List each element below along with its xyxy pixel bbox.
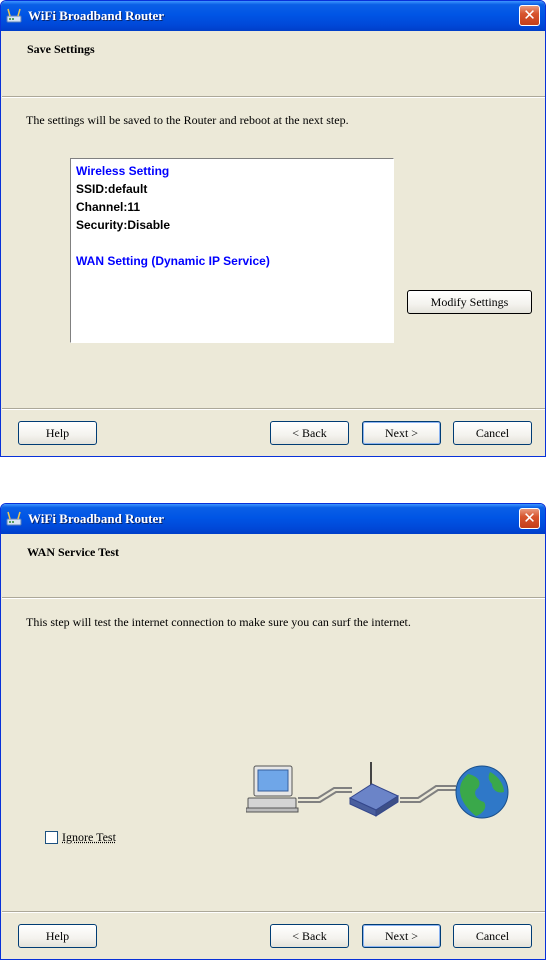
help-button[interactable]: Help: [18, 924, 97, 948]
ignore-test-checkbox[interactable]: [45, 831, 58, 844]
modify-settings-button[interactable]: Modify Settings: [407, 290, 532, 314]
wan-setting-heading: WAN Setting (Dynamic IP Service): [76, 254, 270, 268]
window-title: WiFi Broadband Router: [28, 511, 165, 526]
close-button[interactable]: ✕: [519, 5, 540, 26]
wan-service-test-dialog: WiFi Broadband Router ✕ WAN Service Test…: [0, 503, 546, 960]
cancel-button[interactable]: Cancel: [453, 421, 532, 445]
wizard-header: Save Settings: [2, 31, 545, 96]
title-bar[interactable]: WiFi Broadband Router ✕: [1, 1, 545, 31]
settings-summary-box: Wireless Setting SSID:default Channel:11…: [70, 158, 394, 343]
network-illustration: [246, 762, 509, 819]
router-app-icon: [6, 511, 22, 526]
next-button[interactable]: Next >: [362, 924, 441, 948]
title-bar[interactable]: WiFi Broadband Router ✕: [1, 504, 545, 534]
instruction-text: This step will test the internet connect…: [26, 615, 411, 629]
close-icon: ✕: [523, 509, 536, 527]
window-title: WiFi Broadband Router: [28, 8, 165, 23]
help-button[interactable]: Help: [18, 421, 97, 445]
back-button[interactable]: < Back: [270, 924, 349, 948]
page-title: WAN Service Test: [27, 545, 119, 559]
close-icon: ✕: [523, 6, 536, 24]
back-button[interactable]: < Back: [270, 421, 349, 445]
header-divider: [2, 597, 545, 599]
footer-divider: [2, 408, 545, 410]
security-line: Security:Disable: [76, 218, 171, 232]
wireless-setting-heading: Wireless Setting: [76, 164, 170, 178]
router-icon: [348, 762, 400, 817]
ssid-line: SSID:default: [76, 182, 148, 196]
page-title: Save Settings: [27, 42, 95, 56]
footer-divider: [2, 911, 545, 913]
header-divider: [2, 96, 545, 98]
save-settings-dialog: WiFi Broadband Router ✕ Save Settings Th…: [0, 0, 546, 457]
close-button[interactable]: ✕: [519, 508, 540, 529]
wizard-header: WAN Service Test: [2, 534, 545, 599]
globe-icon: [455, 765, 509, 819]
next-button[interactable]: Next >: [362, 421, 441, 445]
cancel-button[interactable]: Cancel: [453, 924, 532, 948]
computer-icon: [246, 765, 299, 813]
router-app-icon: [6, 8, 22, 23]
channel-line: Channel:11: [76, 200, 141, 214]
ignore-test-label[interactable]: Ignore Test: [62, 830, 116, 845]
instruction-text: The settings will be saved to the Router…: [26, 113, 349, 127]
